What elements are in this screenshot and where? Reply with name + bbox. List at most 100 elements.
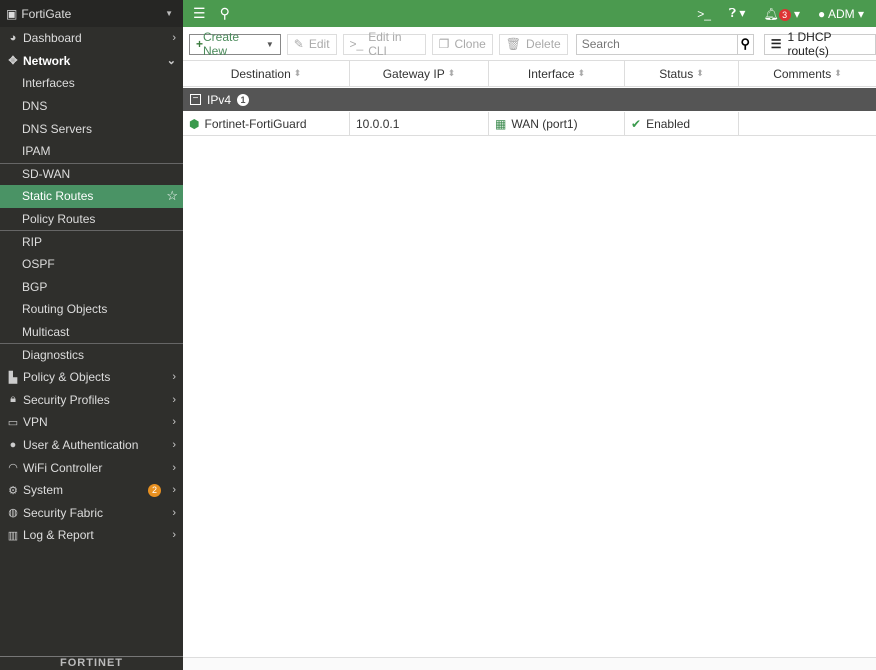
- sidebar-item-dns[interactable]: DNS: [0, 95, 183, 118]
- chevron-right-icon: ›: [172, 32, 176, 45]
- sidebar-item-bgp[interactable]: BGP: [0, 276, 183, 299]
- dhcp-routes-button[interactable]: ☰ 1 DHCP route(s): [763, 30, 876, 58]
- search-box: ⚲: [575, 33, 754, 55]
- column-status[interactable]: Status ⬍: [625, 61, 739, 86]
- sidebar-item-rip[interactable]: RIP: [0, 230, 183, 253]
- sidebar-item-ospf[interactable]: OSPF: [0, 253, 183, 276]
- port-icon: ▦: [495, 116, 507, 131]
- sidebar-item-log-report[interactable]: ▥ Log & Report ›: [0, 524, 183, 547]
- cell-gateway: 10.0.0.1: [350, 112, 489, 135]
- dashboard-icon: ◕: [9, 32, 17, 45]
- fabric-icon: ◍: [8, 507, 18, 520]
- sidebar: ▣ FortiGate ▼ ◕ Dashboard › ✥ Network ⌄ Interf…: [0, 0, 183, 670]
- bell-icon: 🔔︎: [763, 6, 779, 21]
- caret-down-icon: ▼: [265, 39, 274, 49]
- sidebar-item-diagnostics[interactable]: Diagnostics: [0, 343, 183, 366]
- search-icon[interactable]: ⚲: [736, 34, 753, 54]
- collapse-icon[interactable]: −: [190, 94, 201, 105]
- notification-badge: 2: [148, 483, 161, 497]
- caret-down-icon: ▼: [165, 9, 173, 18]
- static-routes-table: Destination ⬍ Gateway IP ⬍ Interface ⬍ Stat…: [183, 60, 876, 136]
- search-input[interactable]: [576, 34, 737, 54]
- cell-status: ✔ Enabled: [625, 112, 739, 135]
- check-circle-icon: ✔: [631, 116, 642, 131]
- sort-icon: ⬍: [577, 68, 586, 78]
- clone-icon: ❐: [438, 37, 450, 51]
- policy-icon: ▙: [8, 371, 18, 384]
- cli-console-icon[interactable]: >_: [697, 7, 711, 21]
- gear-icon: ⚙: [8, 484, 18, 497]
- chevron-right-icon: ›: [172, 438, 176, 451]
- user-icon: ●: [818, 6, 826, 21]
- sidebar-item-sd-wan[interactable]: SD-WAN: [0, 162, 183, 186]
- toolbar: + Create New ▼ ✎ Edit >_ Edit in CLI ❐ Clone …: [183, 30, 876, 58]
- sidebar-item-system[interactable]: ⚙ System 2 ›: [0, 479, 183, 502]
- chevron-right-icon: ›: [172, 393, 176, 406]
- cell-comments: [739, 112, 876, 135]
- top-bar: ☰ ⚲ >_ ❓︎ ▾ 🔔︎ 3 ▾ ● ADM ▾: [183, 0, 876, 27]
- pencil-icon: ✎: [293, 37, 304, 51]
- status-bar: [183, 657, 876, 670]
- sort-icon: ⬍: [293, 68, 302, 78]
- chart-icon: ▥: [7, 529, 19, 542]
- sidebar-item-dns-servers[interactable]: DNS Servers: [0, 117, 183, 140]
- cell-destination: ⬢ Fortinet-FortiGuard: [183, 112, 350, 135]
- chevron-right-icon: ›: [172, 506, 176, 519]
- chevron-right-icon: ›: [172, 461, 176, 474]
- sort-icon: ⬍: [696, 68, 704, 78]
- table-row[interactable]: ⬢ Fortinet-FortiGuard 10.0.0.1 ▦ WAN (port…: [183, 112, 876, 136]
- user-icon: ●: [9, 438, 17, 451]
- wifi-icon: ◠: [8, 462, 18, 475]
- chevron-right-icon: ›: [172, 416, 176, 429]
- sidebar-item-network[interactable]: ✥ Network ⌄: [0, 50, 183, 73]
- column-comments[interactable]: Comments ⬍: [739, 61, 876, 86]
- chevron-right-icon: ›: [172, 529, 176, 542]
- lock-icon: 🔒︎: [10, 393, 16, 406]
- sidebar-item-wifi-controller[interactable]: ◠ WiFi Controller ›: [0, 456, 183, 479]
- help-icon[interactable]: ❓︎ ▾: [729, 6, 746, 21]
- laptop-icon: ▭: [7, 416, 19, 429]
- sidebar-item-security-profiles[interactable]: 🔒︎ Security Profiles ›: [0, 389, 183, 412]
- trash-icon: 🗑︎: [505, 37, 522, 51]
- column-gateway-ip[interactable]: Gateway IP ⬍: [350, 61, 489, 86]
- sidebar-item-interfaces[interactable]: Interfaces: [0, 72, 183, 95]
- sidebar-item-vpn[interactable]: ▭ VPN ›: [0, 411, 183, 434]
- sidebar-item-dashboard[interactable]: ◕ Dashboard ›: [0, 27, 183, 50]
- notifications-button[interactable]: 🔔︎ 3 ▾: [763, 7, 800, 21]
- list-icon: ☰: [770, 37, 782, 51]
- sidebar-item-routing-objects[interactable]: Routing Objects: [0, 298, 183, 321]
- sidebar-item-policy-routes[interactable]: Policy Routes: [0, 208, 183, 231]
- plus-icon: +: [196, 37, 204, 51]
- clone-button[interactable]: ❐ Clone: [431, 33, 493, 55]
- menu-icon[interactable]: ☰: [193, 5, 206, 22]
- sidebar-item-static-routes[interactable]: Static Routes ☆: [0, 185, 183, 208]
- user-menu[interactable]: ● ADM ▾: [818, 7, 864, 21]
- sidebar-item-security-fabric[interactable]: ◍ Security Fabric ›: [0, 501, 183, 524]
- sort-icon: ⬍: [447, 68, 456, 78]
- count-badge: 1: [237, 93, 250, 106]
- network-icon: ✥: [8, 55, 18, 68]
- edit-button[interactable]: ✎ Edit: [286, 33, 337, 55]
- chevron-down-icon: ⌄: [166, 55, 176, 68]
- delete-button[interactable]: 🗑︎ Delete: [498, 33, 568, 55]
- star-icon[interactable]: ☆: [166, 188, 178, 204]
- edit-in-cli-button[interactable]: >_ Edit in CLI: [342, 30, 426, 58]
- sidebar-item-user-auth[interactable]: ● User & Authentication ›: [0, 434, 183, 457]
- sidebar-item-ipam[interactable]: IPAM: [0, 140, 183, 163]
- chevron-right-icon: ›: [172, 371, 176, 384]
- search-icon[interactable]: ⚲: [220, 5, 230, 22]
- column-destination[interactable]: Destination ⬍: [183, 61, 350, 86]
- column-interface[interactable]: Interface ⬍: [489, 61, 625, 86]
- fortinet-logo: FORTINET: [0, 656, 183, 670]
- cli-icon: >_: [349, 37, 364, 51]
- sidebar-item-policy-objects[interactable]: ▙ Policy & Objects ›: [0, 366, 183, 389]
- shield-icon: ⬢: [189, 116, 200, 131]
- sidebar-item-multicast[interactable]: Multicast: [0, 321, 183, 344]
- create-new-button[interactable]: + Create New ▼: [189, 30, 281, 58]
- device-selector[interactable]: ▣ FortiGate ▼: [0, 0, 183, 27]
- cell-interface: ▦ WAN (port1): [489, 112, 625, 135]
- group-row-ipv4[interactable]: − IPv4 1: [183, 88, 876, 111]
- sort-icon: ⬍: [834, 68, 842, 78]
- fortigate-icon: ▣: [6, 6, 18, 21]
- chevron-right-icon: ›: [172, 484, 176, 497]
